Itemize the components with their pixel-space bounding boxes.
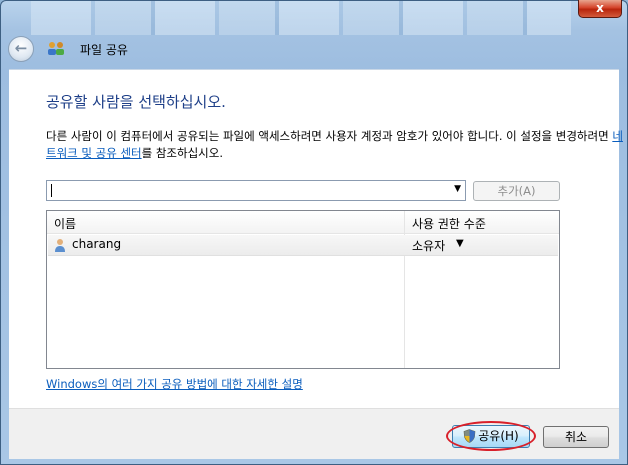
window-title: 파일 공유 [80,43,128,57]
cancel-button[interactable]: 취소 [543,426,609,448]
description-text-end: 를 참조하십시오. [141,146,223,160]
user-name: charang [72,237,122,251]
sharing-help-link[interactable]: Windows의 여러 가지 공유 방법에 대한 자세한 설명 [46,376,303,392]
permission-level[interactable]: 소유자 [412,237,445,254]
blurred-background [31,1,571,35]
back-button[interactable]: ← [8,36,34,62]
permission-dropdown-icon[interactable]: ▼ [456,238,464,249]
text-caret [51,184,52,197]
description-text-start: 다른 사람이 이 컴퓨터에서 공유되는 파일에 액세스하려면 사용자 계정과 암… [46,129,613,143]
column-header-permission[interactable]: 사용 권한 수준 [412,215,486,232]
list-item[interactable]: charang 소유자 ▼ [48,235,558,256]
sharing-users-icon [48,42,64,55]
list-header: 이름 사용 권한 수준 [47,211,559,234]
name-input-combobox[interactable]: ▼ [46,180,466,201]
description-text: 다른 사람이 이 컴퓨터에서 공유되는 파일에 액세스하려면 사용자 계정과 암… [46,128,626,162]
user-icon [55,239,65,252]
share-list: 이름 사용 권한 수준 charang 소유자 ▼ [46,210,560,369]
close-button[interactable]: x [578,0,622,18]
dropdown-arrow-icon[interactable]: ▼ [454,184,461,194]
add-button[interactable]: 추가(A) [473,181,560,201]
page-heading: 공유할 사람을 선택하십시오. [46,93,226,111]
back-arrow-icon: ← [14,39,28,57]
highlight-circle [446,421,536,451]
column-header-name[interactable]: 이름 [54,215,76,232]
